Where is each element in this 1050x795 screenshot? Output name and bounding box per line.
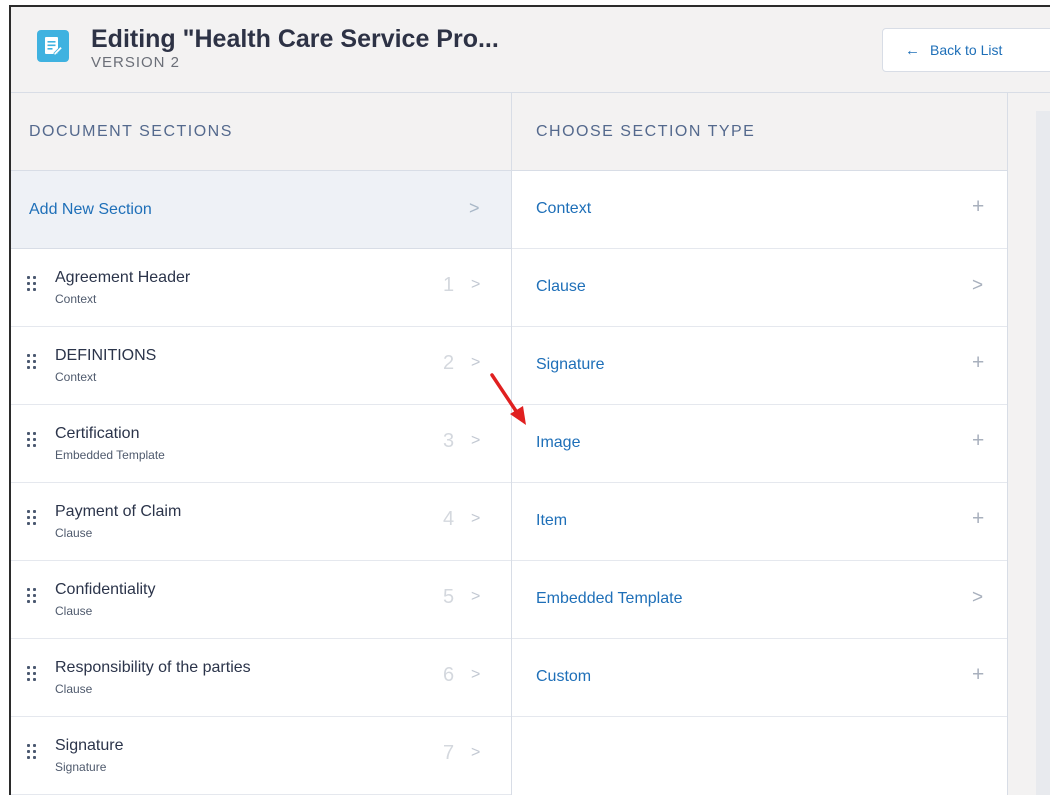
add-new-section-button[interactable]: Add New Section > (11, 171, 511, 249)
section-row[interactable]: Payment of Claim Clause 4 > (11, 483, 511, 561)
drag-handle-icon[interactable] (27, 432, 39, 456)
section-name: Signature (55, 737, 124, 754)
section-type: Clause (55, 526, 93, 540)
drag-handle-icon[interactable] (27, 666, 39, 690)
section-type-label: Context (536, 200, 592, 217)
section-name: Payment of Claim (55, 503, 182, 520)
section-row[interactable]: Agreement Header Context 1 > (11, 249, 511, 327)
annotation-arrow-icon (490, 373, 526, 425)
document-edit-icon (37, 30, 69, 62)
section-row[interactable]: Signature Signature 7 > (11, 717, 511, 795)
page-title: Editing "Health Care Service Pro... (91, 25, 499, 53)
section-number: 2 (443, 352, 455, 374)
chevron-right-icon: > (471, 354, 481, 371)
section-type: Context (55, 292, 97, 306)
document-sections-heading: DOCUMENT SECTIONS (11, 93, 511, 171)
chevron-right-icon: > (471, 276, 481, 293)
plus-icon[interactable]: + (972, 507, 984, 531)
section-number: 7 (443, 742, 455, 764)
plus-icon[interactable]: + (972, 663, 984, 687)
section-type-embedded-template[interactable]: Embedded Template > (512, 561, 1007, 639)
section-type: Signature (55, 760, 107, 774)
section-type: Embedded Template (55, 448, 165, 462)
chevron-right-icon[interactable]: > (972, 587, 983, 609)
section-type-heading: CHOOSE SECTION TYPE (512, 93, 1007, 171)
chevron-right-icon: > (471, 744, 481, 761)
add-new-section-label: Add New Section (29, 200, 152, 218)
section-type: Context (55, 370, 97, 384)
preview-canvas (1036, 111, 1050, 795)
section-number: 1 (443, 274, 455, 296)
plus-icon[interactable]: + (972, 351, 984, 375)
section-type-label: Image (536, 434, 581, 451)
section-type: Clause (55, 604, 93, 618)
section-type: Clause (55, 682, 93, 696)
chevron-right-icon: > (471, 666, 481, 683)
section-name: Confidentiality (55, 581, 156, 598)
section-type-signature[interactable]: Signature + (512, 327, 1007, 405)
document-sections-panel: DOCUMENT SECTIONS Add New Section > Agre… (11, 93, 511, 795)
section-number: 4 (443, 508, 455, 530)
section-row[interactable]: Certification Embedded Template 3 > (11, 405, 511, 483)
section-name: DEFINITIONS (55, 347, 157, 364)
preview-panel (1008, 93, 1050, 795)
section-type-panel: CHOOSE SECTION TYPE Context + Clause > S… (511, 93, 1008, 795)
chevron-right-icon: > (471, 432, 481, 449)
section-type-context[interactable]: Context + (512, 171, 1007, 249)
drag-handle-icon[interactable] (27, 276, 39, 300)
section-name: Responsibility of the parties (55, 659, 251, 676)
section-type-custom[interactable]: Custom + (512, 639, 1007, 717)
arrow-left-icon: ← (905, 41, 920, 59)
section-type-label: Signature (536, 356, 605, 373)
drag-handle-icon[interactable] (27, 588, 39, 612)
section-number: 6 (443, 664, 455, 686)
drag-handle-icon[interactable] (27, 510, 39, 534)
section-type-clause[interactable]: Clause > (512, 249, 1007, 327)
chevron-right-icon: > (471, 510, 481, 527)
chevron-right-icon: > (469, 198, 480, 218)
plus-icon[interactable]: + (972, 195, 984, 219)
section-type-item[interactable]: Item + (512, 483, 1007, 561)
section-row[interactable]: DEFINITIONS Context 2 > (11, 327, 511, 405)
chevron-right-icon[interactable]: > (972, 275, 983, 297)
plus-icon[interactable]: + (972, 429, 984, 453)
drag-handle-icon[interactable] (27, 354, 39, 378)
back-to-list-label: Back to List (930, 42, 1003, 58)
page-header: Editing "Health Care Service Pro... VERS… (11, 7, 1050, 93)
section-type-label: Clause (536, 278, 586, 295)
section-number: 3 (443, 430, 455, 452)
version-label: VERSION 2 (91, 54, 181, 71)
section-name: Agreement Header (55, 269, 191, 286)
section-row[interactable]: Responsibility of the parties Clause 6 > (11, 639, 511, 717)
section-type-label: Item (536, 512, 568, 529)
back-to-list-button[interactable]: ← Back to List (882, 28, 1050, 72)
section-type-label: Custom (536, 668, 592, 685)
section-number: 5 (443, 586, 455, 608)
drag-handle-icon[interactable] (27, 744, 39, 768)
chevron-right-icon: > (471, 588, 481, 605)
section-row[interactable]: Confidentiality Clause 5 > (11, 561, 511, 639)
section-type-label: Embedded Template (536, 590, 683, 607)
section-name: Certification (55, 425, 140, 442)
section-type-image[interactable]: Image + (512, 405, 1007, 483)
